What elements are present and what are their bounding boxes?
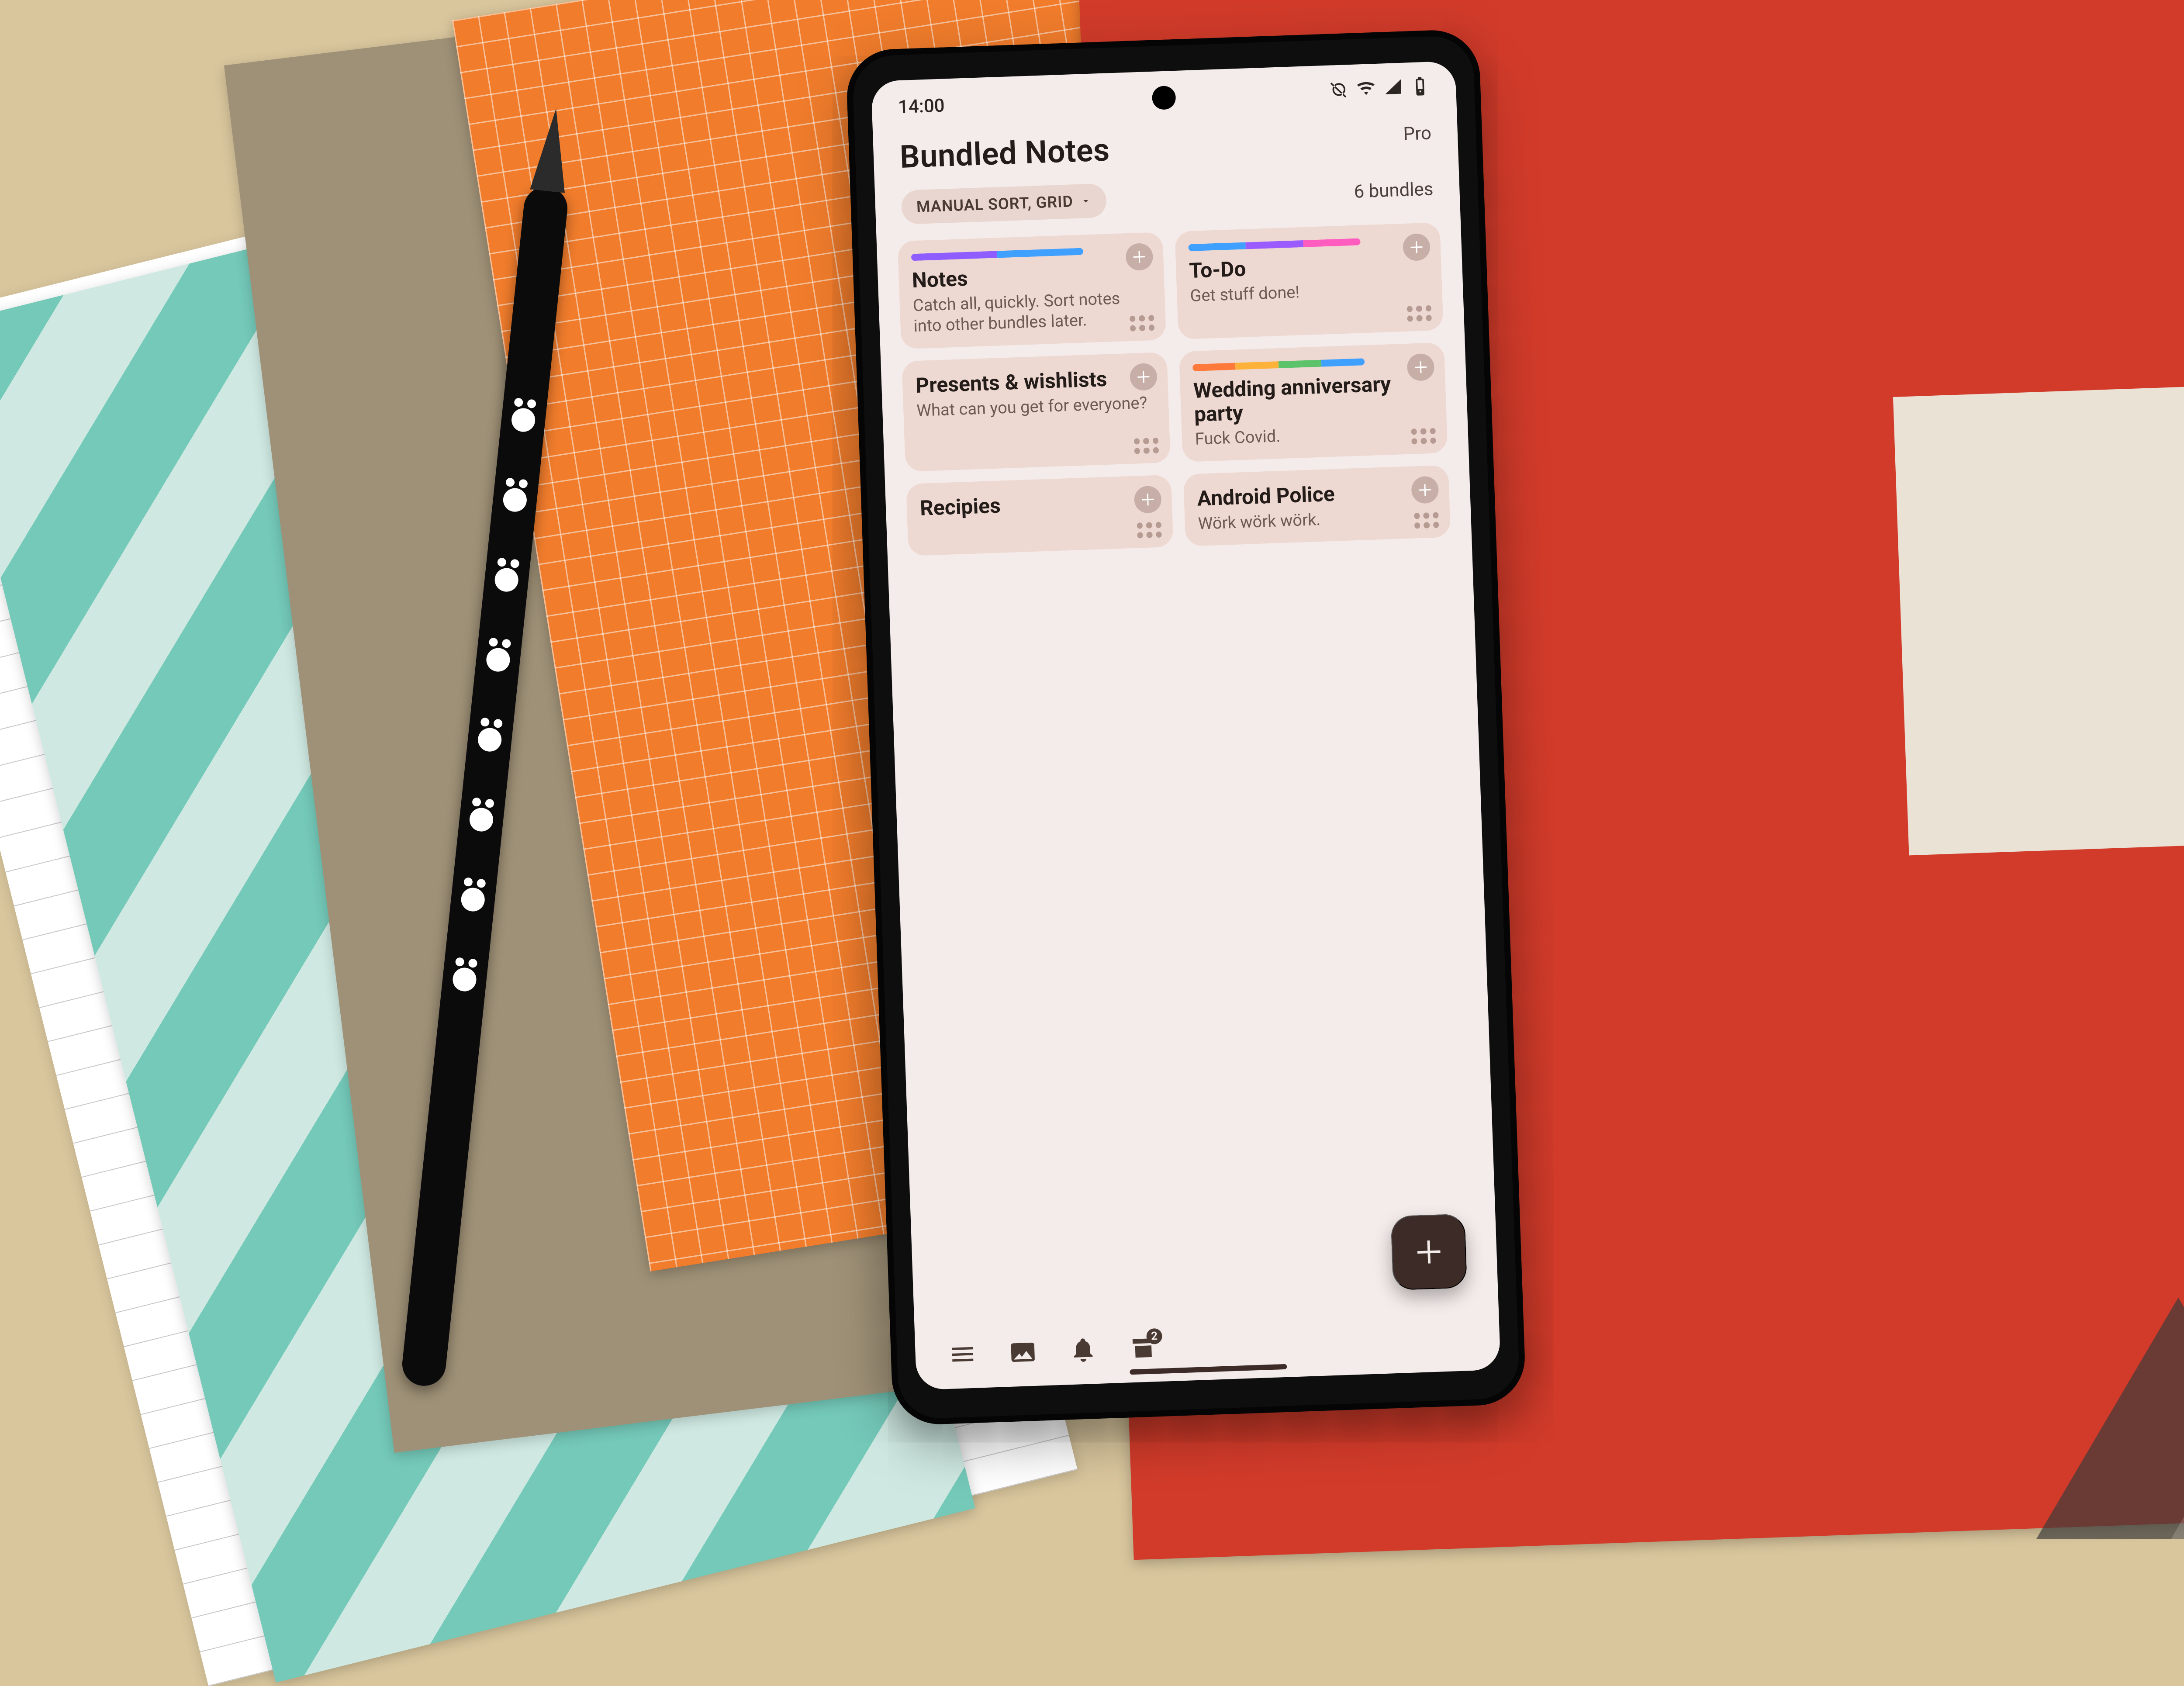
bundle-title: Recipies	[919, 488, 1159, 520]
bundle-title: Wedding anniversary party	[1193, 371, 1433, 426]
bell-icon	[960, 94, 961, 116]
color-stripe	[1192, 358, 1365, 371]
reminders-button[interactable]	[1066, 1333, 1100, 1368]
bundle-card[interactable]: To-DoGet stuff done!	[1175, 222, 1443, 339]
drag-handle[interactable]	[1411, 428, 1436, 444]
drag-handle[interactable]	[1134, 438, 1159, 454]
bundle-card[interactable]: Wedding anniversary partyFuck Covid.	[1179, 342, 1448, 462]
bundle-title: Android Police	[1197, 478, 1437, 510]
chevron-down-icon	[1080, 195, 1092, 207]
plus-icon	[1408, 239, 1424, 255]
bundle-card[interactable]: Presents & wishlistsWhat can you get for…	[902, 352, 1170, 472]
archive-badge: 2	[1146, 1328, 1162, 1344]
plus-icon	[1413, 359, 1429, 375]
gallery-button[interactable]	[1006, 1335, 1040, 1370]
color-stripe	[1188, 238, 1360, 251]
plus-icon	[1131, 249, 1147, 265]
bundle-card[interactable]: NotesCatch all, quickly. Sort notes into…	[898, 232, 1166, 349]
bundle-count: 6 bundles	[1354, 178, 1434, 202]
drag-handle[interactable]	[1407, 305, 1432, 322]
drag-handle[interactable]	[1137, 522, 1162, 539]
bundle-card[interactable]: Android PoliceWörk wörk wörk.	[1183, 465, 1451, 546]
bundle-card[interactable]: Recipies	[906, 475, 1173, 556]
wifi-icon	[1356, 79, 1376, 104]
plus-icon	[1417, 482, 1433, 498]
drag-handle[interactable]	[1414, 512, 1439, 529]
battery-icon	[1410, 77, 1430, 102]
status-time: 14:00	[898, 95, 945, 118]
bundle-desc: Catch all, quickly. Sort notes into othe…	[912, 287, 1153, 337]
menu-button[interactable]	[945, 1337, 980, 1372]
signal-icon	[1383, 78, 1403, 103]
bundle-desc: Get stuff done!	[1190, 278, 1429, 307]
fab-add[interactable]	[1390, 1213, 1467, 1290]
bundle-title: Notes	[912, 260, 1151, 292]
color-stripe	[911, 248, 1083, 261]
bundle-title: To-Do	[1189, 251, 1429, 283]
bundle-grid: NotesCatch all, quickly. Sort notes into…	[877, 218, 1499, 1327]
phone-frame: 14:00 Bundled Notes Pro MANUAL SORT, GRI…	[845, 29, 1526, 1426]
label-patch	[1893, 381, 2184, 855]
pro-button[interactable]: Pro	[1403, 123, 1432, 145]
plus-icon	[1140, 491, 1156, 508]
command-icon	[952, 95, 953, 116]
bundle-title: Presents & wishlists	[915, 366, 1155, 397]
image-icon	[1009, 1338, 1037, 1367]
sort-chip[interactable]: MANUAL SORT, GRID	[901, 183, 1107, 225]
bundle-desc: What can you get for everyone?	[916, 393, 1156, 422]
bell-icon	[1069, 1336, 1098, 1365]
drag-handle[interactable]	[1130, 315, 1154, 332]
hamburger-icon	[948, 1340, 977, 1369]
phone-screen: 14:00 Bundled Notes Pro MANUAL SORT, GRI…	[871, 61, 1501, 1390]
plus-icon	[1135, 369, 1151, 385]
alarm-off-icon	[1329, 79, 1349, 104]
bundle-desc: Wörk wörk wörk.	[1198, 505, 1437, 535]
plus-icon	[1413, 1236, 1444, 1268]
bundle-desc: Fuck Covid.	[1195, 421, 1434, 450]
sort-label: MANUAL SORT, GRID	[916, 192, 1073, 216]
archive-button[interactable]: 2	[1126, 1331, 1161, 1365]
